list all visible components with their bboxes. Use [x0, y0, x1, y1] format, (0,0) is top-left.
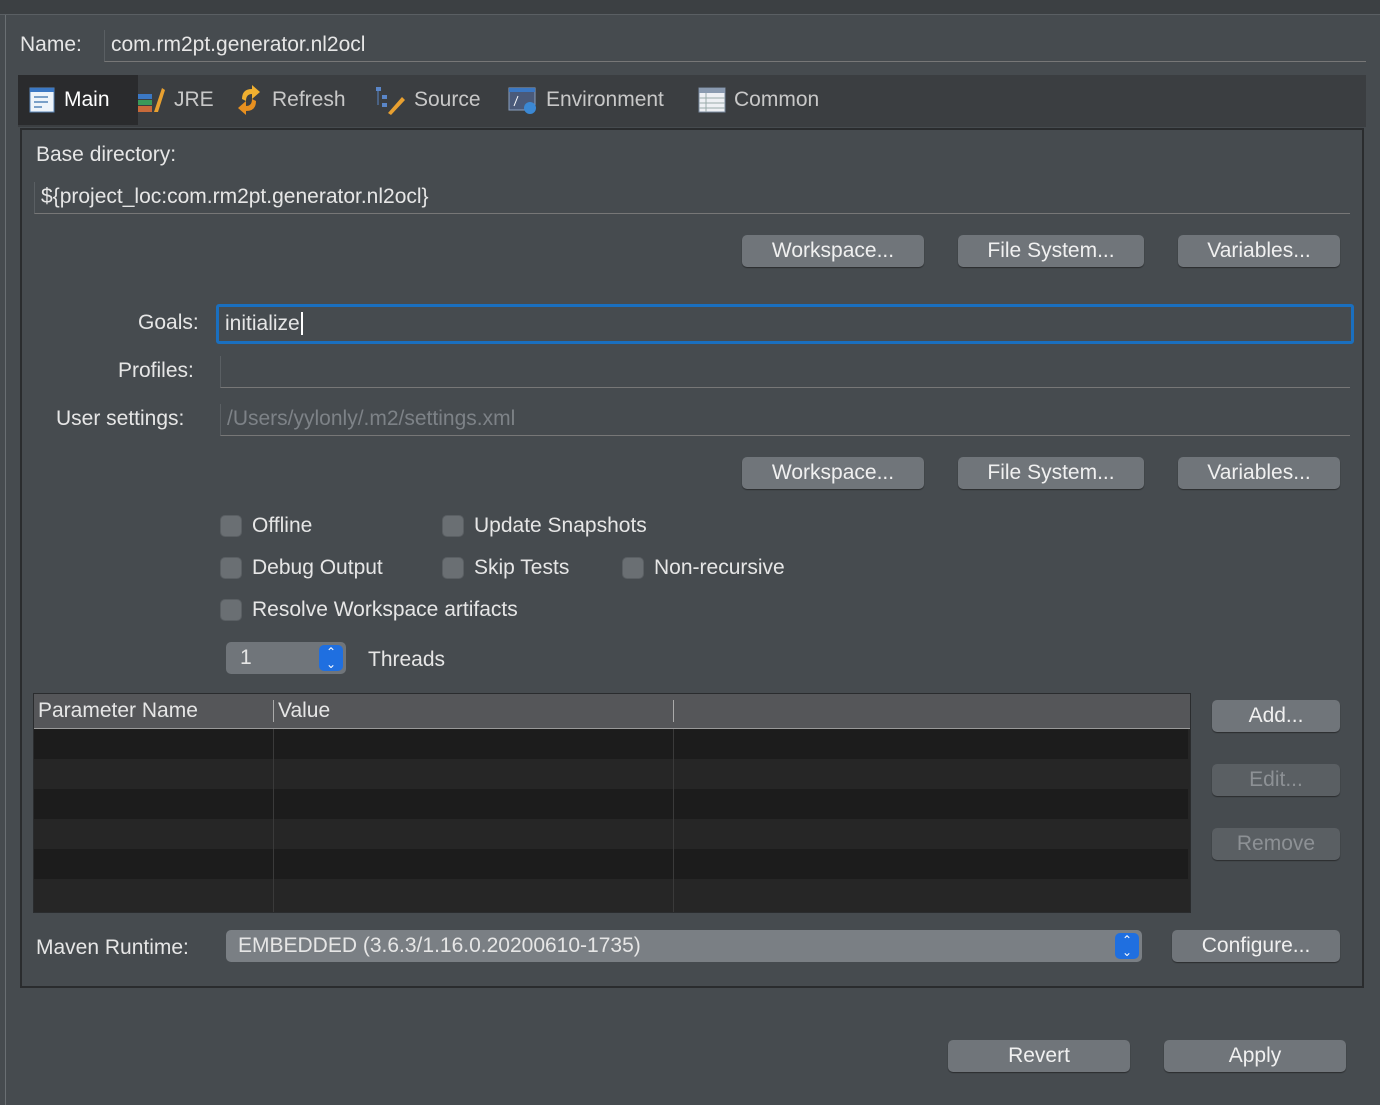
- workspace-button[interactable]: Workspace...: [742, 235, 924, 267]
- jre-icon: [138, 88, 165, 112]
- configure-button[interactable]: Configure...: [1172, 930, 1340, 962]
- table-row: [34, 819, 1188, 849]
- checkbox-label: Offline: [252, 514, 313, 537]
- user-settings-label: User settings:: [56, 407, 185, 430]
- table-row: [34, 849, 1188, 879]
- checkbox-label: Debug Output: [252, 556, 383, 579]
- tab-refresh[interactable]: Refresh: [234, 75, 346, 125]
- checkbox-box[interactable]: [220, 515, 242, 537]
- main-tab-icon: [29, 87, 55, 113]
- common-icon: [698, 87, 726, 113]
- tab-bar: Main JRE Refresh Source Environment Comm…: [18, 75, 1366, 127]
- table-row: [34, 789, 1188, 819]
- file-system-button[interactable]: File System...: [958, 235, 1144, 267]
- resolve-workspace-checkbox[interactable]: Resolve Workspace artifacts: [220, 598, 518, 622]
- maven-runtime-label: Maven Runtime:: [36, 936, 189, 959]
- tab-label: Source: [414, 88, 481, 111]
- parameters-table[interactable]: Parameter Name Value: [33, 693, 1191, 913]
- tab-label: Environment: [546, 88, 664, 111]
- stepper-arrows-icon[interactable]: ⌃ ⌄: [319, 645, 343, 671]
- profiles-label: Profiles:: [118, 359, 194, 382]
- table-header: Parameter Name Value: [34, 694, 1190, 729]
- remove-button[interactable]: Remove: [1212, 828, 1340, 860]
- threads-value: 1: [240, 646, 252, 669]
- text-cursor: [300, 312, 303, 335]
- checkbox-label: Skip Tests: [474, 556, 570, 579]
- tab-label: Refresh: [272, 88, 346, 111]
- variables-button[interactable]: Variables...: [1178, 235, 1340, 267]
- checkbox-box[interactable]: [622, 557, 644, 579]
- revert-button[interactable]: Revert: [948, 1040, 1130, 1072]
- tab-label: Common: [734, 88, 820, 111]
- workspace-button-2[interactable]: Workspace...: [742, 457, 924, 489]
- debug-output-checkbox[interactable]: Debug Output: [220, 556, 383, 580]
- name-label: Name:: [20, 33, 82, 56]
- source-icon: [376, 87, 405, 115]
- name-input[interactable]: com.rm2pt.generator.nl2ocl: [104, 30, 1366, 62]
- checkbox-box[interactable]: [442, 557, 464, 579]
- table-row: [34, 759, 1188, 789]
- tab-environment[interactable]: Environment: [508, 75, 664, 125]
- user-settings-input[interactable]: /Users/yylonly/.m2/settings.xml: [220, 404, 1350, 436]
- skip-tests-checkbox[interactable]: Skip Tests: [442, 556, 569, 580]
- threads-spinner[interactable]: 1 ⌃ ⌄: [226, 642, 346, 674]
- tab-jre[interactable]: JRE: [136, 75, 214, 125]
- threads-label: Threads: [368, 648, 446, 671]
- edit-button[interactable]: Edit...: [1212, 764, 1340, 796]
- column-header-value[interactable]: Value: [278, 699, 330, 723]
- non-recursive-checkbox[interactable]: Non-recursive: [622, 556, 785, 580]
- add-button[interactable]: Add...: [1212, 700, 1340, 732]
- goals-value: initialize: [225, 312, 300, 335]
- file-system-button-2[interactable]: File System...: [958, 457, 1144, 489]
- maven-runtime-value: EMBEDDED (3.6.3/1.16.0.20200610-1735): [238, 934, 641, 957]
- goals-input[interactable]: initialize: [216, 304, 1354, 344]
- tab-label: JRE: [174, 88, 214, 111]
- select-arrows-icon: ⌃ ⌄: [1115, 933, 1139, 959]
- refresh-icon: [238, 85, 260, 115]
- table-row: [34, 729, 1188, 759]
- tab-label: Main: [64, 88, 110, 111]
- checkbox-label: Non-recursive: [654, 556, 785, 579]
- checkbox-box[interactable]: [220, 557, 242, 579]
- top-strip: [0, 0, 1380, 15]
- table-row: [34, 879, 1188, 909]
- profiles-input[interactable]: [220, 356, 1350, 388]
- checkbox-box[interactable]: [442, 515, 464, 537]
- checkbox-box[interactable]: [220, 599, 242, 621]
- checkbox-label: Update Snapshots: [474, 514, 647, 537]
- offline-checkbox[interactable]: Offline: [220, 514, 312, 538]
- apply-button[interactable]: Apply: [1164, 1040, 1346, 1072]
- column-header-parameter-name[interactable]: Parameter Name: [38, 699, 198, 723]
- variables-button-2[interactable]: Variables...: [1178, 457, 1340, 489]
- update-snapshots-checkbox[interactable]: Update Snapshots: [442, 514, 647, 538]
- maven-runtime-select[interactable]: EMBEDDED (3.6.3/1.16.0.20200610-1735) ⌃ ⌄: [226, 930, 1142, 962]
- checkbox-label: Resolve Workspace artifacts: [252, 598, 518, 621]
- tab-main[interactable]: Main: [18, 75, 138, 125]
- base-directory-input[interactable]: ${project_loc:com.rm2pt.generator.nl2ocl…: [34, 182, 1350, 214]
- tab-common[interactable]: Common: [698, 75, 819, 125]
- goals-label: Goals:: [138, 311, 199, 334]
- tab-source[interactable]: Source: [374, 75, 481, 125]
- environment-icon: [508, 87, 536, 114]
- base-directory-label: Base directory:: [36, 143, 177, 166]
